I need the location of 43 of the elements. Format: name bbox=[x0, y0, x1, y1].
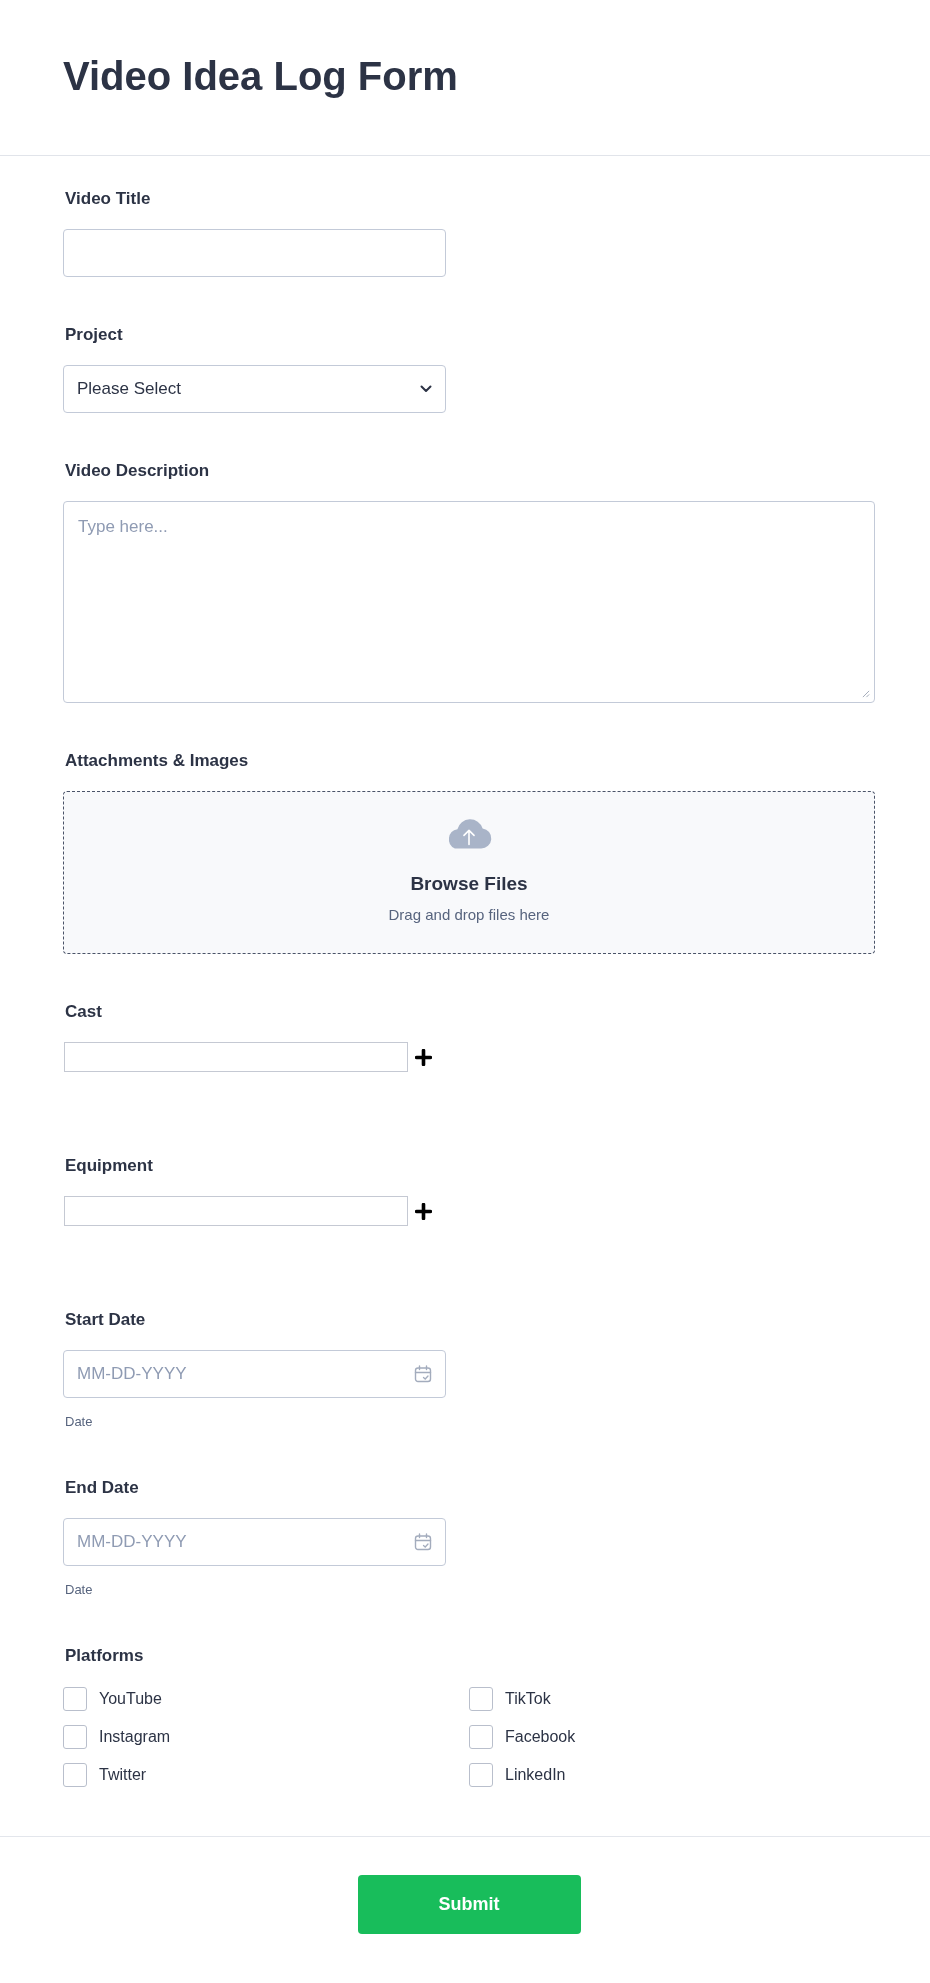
drop-hint-text: Drag and drop files here bbox=[388, 905, 550, 925]
checkbox-label: Instagram bbox=[99, 1727, 171, 1747]
field-label: Start Date bbox=[65, 1309, 146, 1331]
checkbox-label: Twitter bbox=[99, 1765, 147, 1785]
field-sublabel: Date bbox=[65, 1414, 93, 1430]
text-field[interactable] bbox=[64, 1042, 408, 1072]
field-label: Project bbox=[65, 324, 123, 346]
date-field[interactable]: MM-DD-YYYY bbox=[63, 1350, 446, 1398]
checkbox-label: Facebook bbox=[505, 1727, 576, 1747]
checkbox-label: LinkedIn bbox=[505, 1765, 566, 1785]
checkbox[interactable] bbox=[469, 1687, 493, 1711]
field-label: Attachments & Images bbox=[65, 750, 249, 772]
file-drop-zone[interactable]: Browse Files Drag and drop files here bbox=[63, 791, 875, 954]
plus-icon bbox=[415, 1202, 432, 1220]
text-field[interactable] bbox=[64, 1196, 408, 1226]
checkbox[interactable] bbox=[469, 1763, 493, 1787]
text-field[interactable] bbox=[63, 229, 446, 277]
calendar-icon[interactable] bbox=[414, 1533, 432, 1551]
add-button[interactable] bbox=[415, 1202, 432, 1220]
textarea-field[interactable]: Type here... bbox=[63, 501, 875, 703]
resize-grip-icon[interactable] bbox=[862, 690, 870, 698]
field-label: End Date bbox=[65, 1477, 139, 1499]
field-label: Cast bbox=[65, 1001, 102, 1023]
cloud-upload-icon bbox=[446, 819, 492, 849]
browse-files-text[interactable]: Browse Files bbox=[410, 872, 528, 896]
checkbox[interactable] bbox=[469, 1725, 493, 1749]
field-sublabel: Date bbox=[65, 1582, 93, 1598]
add-button[interactable] bbox=[415, 1048, 432, 1066]
field-label: Platforms bbox=[65, 1645, 144, 1667]
field-label: Video Title bbox=[65, 188, 151, 210]
field-label: Equipment bbox=[65, 1155, 153, 1177]
checkbox[interactable] bbox=[63, 1725, 87, 1749]
form-title: Video Idea Log Form bbox=[63, 53, 458, 100]
field-label: Video Description bbox=[65, 460, 210, 482]
checkbox-label: TikTok bbox=[505, 1689, 551, 1709]
calendar-icon[interactable] bbox=[414, 1365, 432, 1383]
dropdown[interactable]: Please Select bbox=[63, 365, 446, 413]
checkbox-label: YouTube bbox=[99, 1689, 162, 1709]
date-field[interactable]: MM-DD-YYYY bbox=[63, 1518, 446, 1566]
checkbox[interactable] bbox=[63, 1763, 87, 1787]
chevron-down-icon bbox=[420, 385, 432, 393]
plus-icon bbox=[415, 1048, 432, 1066]
checkbox[interactable] bbox=[63, 1687, 87, 1711]
